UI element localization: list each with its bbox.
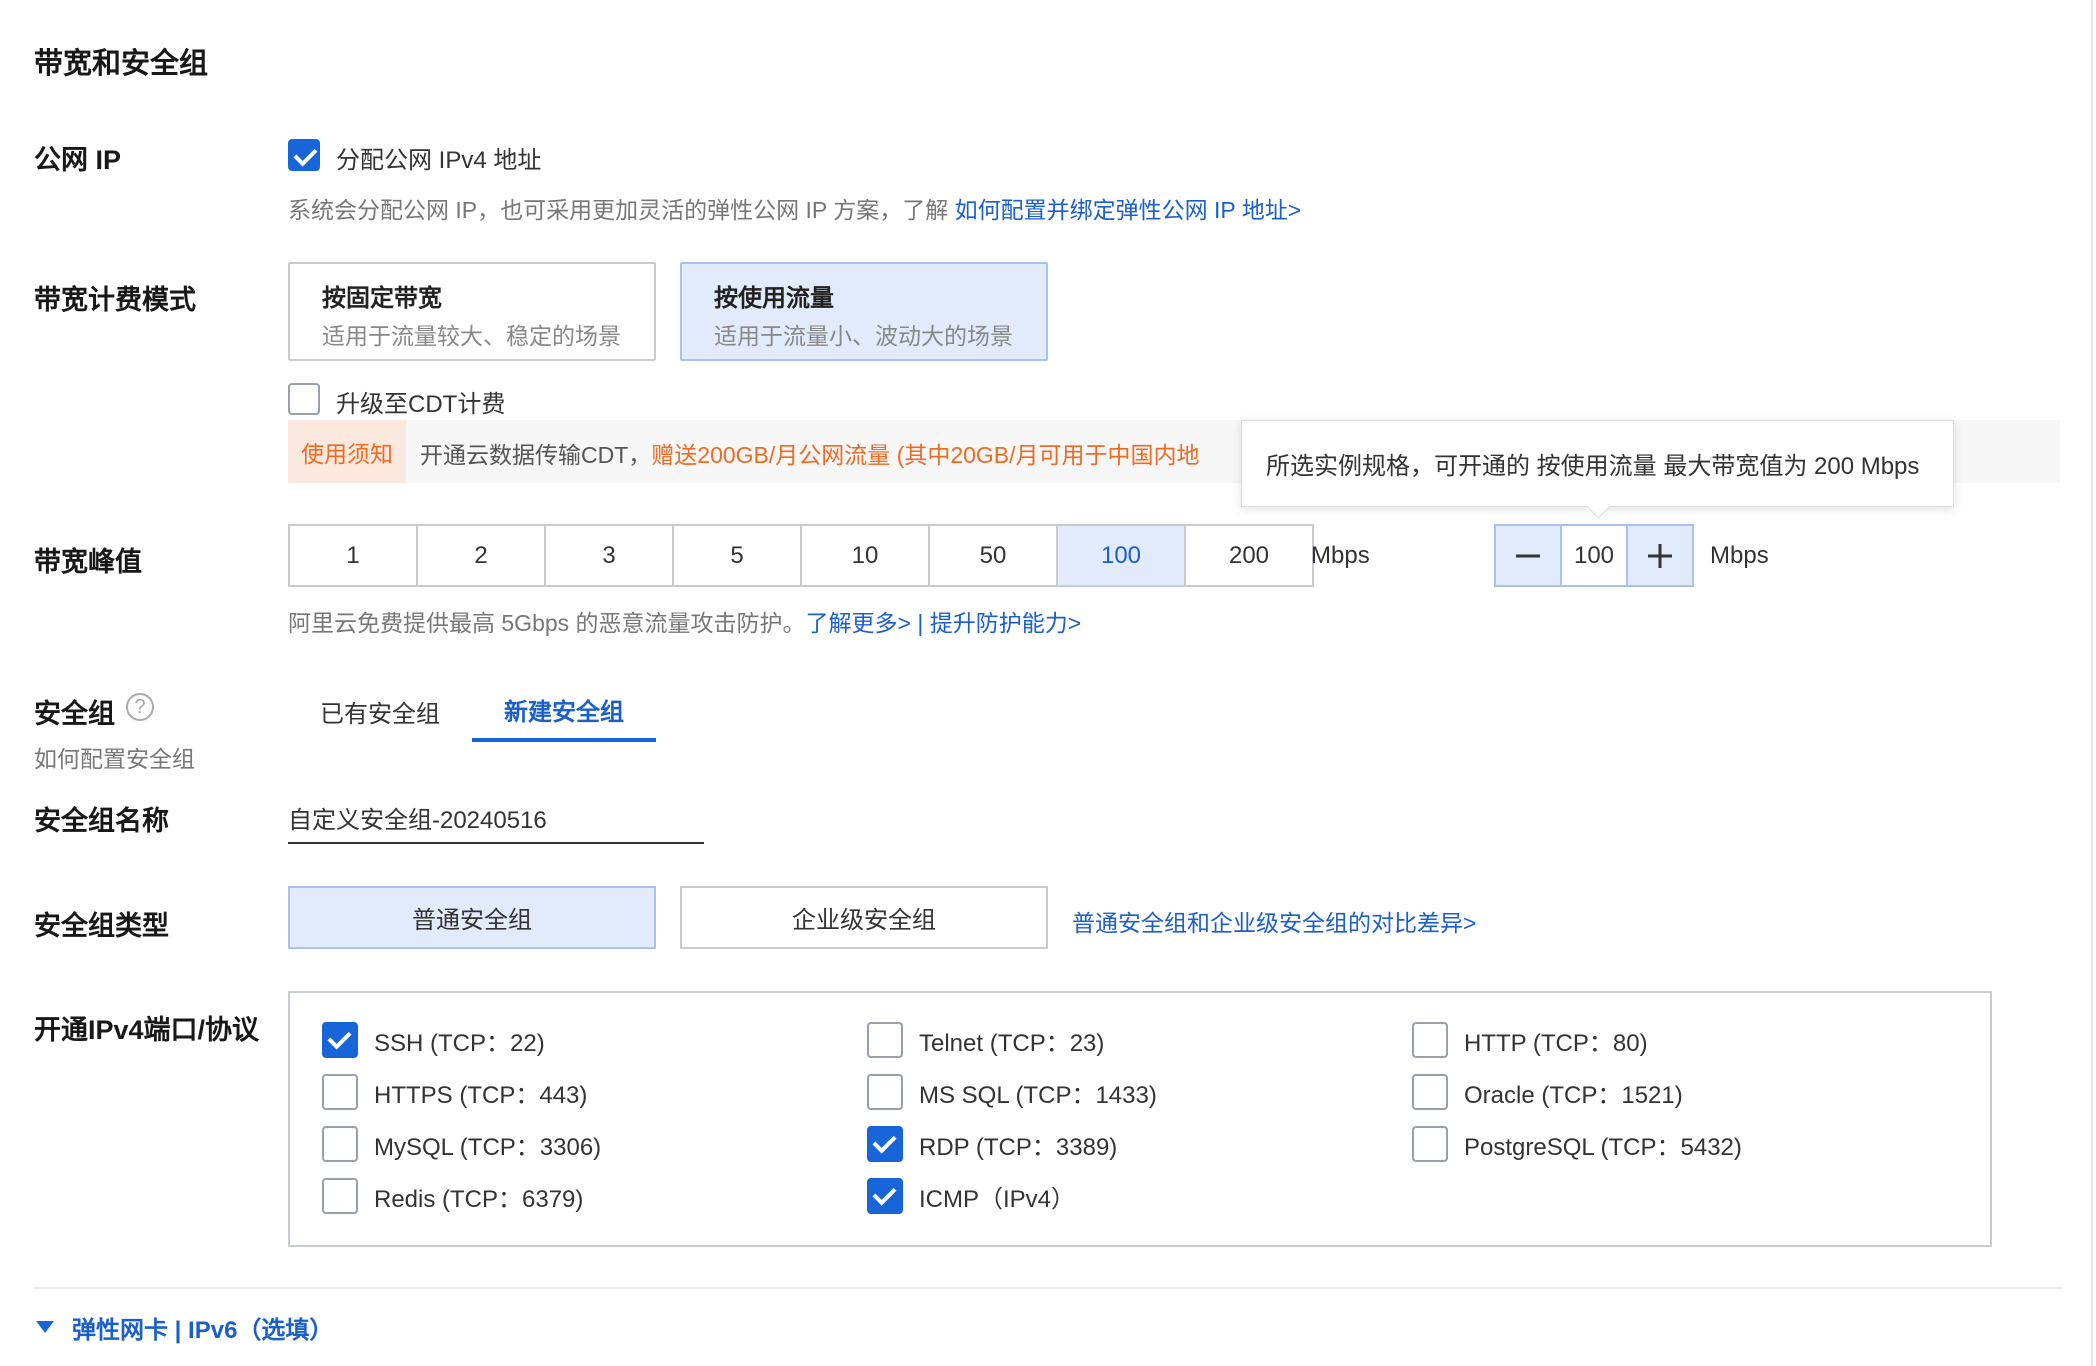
public-ip-hint-text: 系统会分配公网 IP，也可采用更加灵活的弹性公网 IP 方案，了解 bbox=[288, 197, 955, 223]
port-icmp-checkbox[interactable] bbox=[867, 1178, 903, 1214]
security-group-help-link[interactable]: 如何配置安全组 bbox=[34, 740, 195, 774]
minus-icon bbox=[1516, 554, 1540, 557]
port-item-icmp[interactable]: ICMP（IPv4） bbox=[867, 1178, 1075, 1214]
port-item-ssh[interactable]: SSH (TCP：22) bbox=[322, 1022, 545, 1058]
billing-traffic-card[interactable]: 按使用流量 适用于流量小、波动大的场景 bbox=[680, 262, 1048, 361]
billing-mode-label: 带宽计费模式 bbox=[34, 285, 196, 315]
security-group-name-input[interactable]: 自定义安全组-20240516 bbox=[288, 792, 704, 844]
port-item-mysql[interactable]: MySQL (TCP：3306) bbox=[322, 1126, 601, 1162]
bandwidth-option-200[interactable]: 200 bbox=[1186, 526, 1312, 585]
port-http-checkbox[interactable] bbox=[1412, 1022, 1448, 1058]
bandwidth-option-100[interactable]: 100 bbox=[1058, 526, 1186, 585]
bandwidth-option-3[interactable]: 3 bbox=[546, 526, 674, 585]
port-item-postgresql[interactable]: PostgreSQL (TCP：5432) bbox=[1412, 1126, 1742, 1162]
public-ip-label: 公网 IP bbox=[34, 145, 122, 175]
billing-fixed-title: 按固定带宽 bbox=[322, 285, 442, 312]
increment-button[interactable] bbox=[1628, 526, 1692, 585]
expand-eni-ipv6-label: 弹性网卡 | IPv6（选填） bbox=[72, 1317, 334, 1344]
max-bandwidth-tooltip: 所选实例规格，可开通的 按使用流量 最大带宽值为 200 Mbps bbox=[1241, 420, 1954, 507]
security-group-type-label: 安全组类型 bbox=[34, 911, 169, 941]
security-group-label: 安全组 bbox=[34, 699, 115, 729]
bandwidth-option-10[interactable]: 10 bbox=[802, 526, 930, 585]
upgrade-protection-link[interactable]: 提升防护能力> bbox=[930, 610, 1081, 636]
expand-eni-ipv6-toggle[interactable]: 弹性网卡 | IPv6（选填） bbox=[36, 1310, 333, 1345]
bandwidth-unit: Mbps bbox=[1311, 542, 1370, 569]
port-item-https[interactable]: HTTPS (TCP：443) bbox=[322, 1074, 587, 1110]
port-mssql-label: MS SQL (TCP：1433) bbox=[919, 1081, 1157, 1109]
port-rdp-checkbox[interactable] bbox=[867, 1126, 903, 1162]
billing-fixed-bandwidth-card[interactable]: 按固定带宽 适用于流量较大、稳定的场景 bbox=[288, 262, 656, 361]
port-item-mssql[interactable]: MS SQL (TCP：1433) bbox=[867, 1074, 1157, 1110]
help-icon[interactable]: ? bbox=[126, 693, 154, 721]
port-mssql-checkbox[interactable] bbox=[867, 1074, 903, 1110]
cdt-upgrade-checkbox[interactable] bbox=[288, 383, 320, 415]
notice-text: 开通云数据传输CDT，赠送200GB/月公网流量 (其中20GB/月可用于中国内… bbox=[420, 436, 1240, 470]
section-divider bbox=[34, 1287, 2062, 1289]
port-mysql-label: MySQL (TCP：3306) bbox=[374, 1133, 602, 1161]
notice-plain: 开通云数据传输CDT， bbox=[420, 442, 652, 468]
link-separator: | bbox=[917, 610, 924, 636]
notice-tag: 使用须知 bbox=[288, 420, 406, 483]
port-item-rdp[interactable]: RDP (TCP：3389) bbox=[867, 1126, 1117, 1162]
bandwidth-option-2[interactable]: 2 bbox=[418, 526, 546, 585]
port-postgresql-checkbox[interactable] bbox=[1412, 1126, 1448, 1162]
bandwidth-value-input[interactable]: 100 bbox=[1560, 526, 1628, 585]
port-redis-checkbox[interactable] bbox=[322, 1178, 358, 1214]
port-telnet-label: Telnet (TCP：23) bbox=[919, 1029, 1105, 1057]
port-http-label: HTTP (TCP：80) bbox=[1464, 1029, 1648, 1057]
bandwidth-option-5[interactable]: 5 bbox=[674, 526, 802, 585]
decrement-button[interactable] bbox=[1496, 526, 1560, 585]
tab-new-security-group[interactable]: 新建安全组 bbox=[472, 680, 656, 742]
ddos-hint-text: 阿里云免费提供最高 5Gbps 的恶意流量攻击防护。 bbox=[288, 610, 806, 636]
public-ip-hint: 系统会分配公网 IP，也可采用更加灵活的弹性公网 IP 方案，了解 如何配置并绑… bbox=[288, 191, 1301, 225]
bandwidth-hint: 阿里云免费提供最高 5Gbps 的恶意流量攻击防护。了解更多> | 提升防护能力… bbox=[288, 604, 1081, 638]
billing-fixed-subtitle: 适用于流量较大、稳定的场景 bbox=[322, 323, 621, 349]
bandwidth-stepper: 100 bbox=[1494, 524, 1694, 587]
plus-icon bbox=[1648, 543, 1672, 568]
assign-public-ip-label: 分配公网 IPv4 地址 bbox=[336, 147, 542, 174]
port-item-oracle[interactable]: Oracle (TCP：1521) bbox=[1412, 1074, 1683, 1110]
port-telnet-checkbox[interactable] bbox=[867, 1022, 903, 1058]
port-rdp-label: RDP (TCP：3389) bbox=[919, 1133, 1118, 1161]
port-icmp-label: ICMP（IPv4） bbox=[919, 1185, 1076, 1213]
assign-public-ip-checkbox[interactable] bbox=[288, 139, 320, 171]
bandwidth-option-50[interactable]: 50 bbox=[930, 526, 1058, 585]
port-redis-label: Redis (TCP：6379) bbox=[374, 1185, 584, 1213]
port-oracle-checkbox[interactable] bbox=[1412, 1074, 1448, 1110]
port-item-telnet[interactable]: Telnet (TCP：23) bbox=[867, 1022, 1104, 1058]
enterprise-security-group-button[interactable]: 企业级安全组 bbox=[680, 886, 1048, 949]
section-title: 带宽和安全组 bbox=[34, 48, 209, 80]
port-mysql-checkbox[interactable] bbox=[322, 1126, 358, 1162]
bandwidth-option-1[interactable]: 1 bbox=[290, 526, 418, 585]
ports-label: 开通IPv4端口/协议 bbox=[34, 1015, 260, 1045]
stepper-unit: Mbps bbox=[1710, 542, 1769, 569]
cdt-upgrade-label: 升级至CDT计费 bbox=[336, 391, 506, 418]
eip-config-link[interactable]: 如何配置并绑定弹性公网 IP 地址> bbox=[955, 197, 1302, 223]
security-group-compare-link[interactable]: 普通安全组和企业级安全组的对比差异> bbox=[1072, 904, 1476, 938]
port-oracle-label: Oracle (TCP：1521) bbox=[1464, 1081, 1683, 1109]
normal-security-group-button[interactable]: 普通安全组 bbox=[288, 886, 656, 949]
learn-more-link[interactable]: 了解更多> bbox=[806, 610, 911, 636]
billing-traffic-title: 按使用流量 bbox=[714, 285, 834, 312]
port-item-redis[interactable]: Redis (TCP：6379) bbox=[322, 1178, 583, 1214]
caret-down-icon bbox=[36, 1320, 54, 1333]
port-https-label: HTTPS (TCP：443) bbox=[374, 1081, 588, 1109]
bandwidth-peak-label: 带宽峰值 bbox=[34, 547, 142, 577]
port-item-http[interactable]: HTTP (TCP：80) bbox=[1412, 1022, 1648, 1058]
port-ssh-checkbox[interactable] bbox=[322, 1022, 358, 1058]
billing-traffic-subtitle: 适用于流量小、波动大的场景 bbox=[714, 323, 1013, 349]
port-postgresql-label: PostgreSQL (TCP：5432) bbox=[1464, 1133, 1742, 1161]
port-ssh-label: SSH (TCP：22) bbox=[374, 1029, 545, 1057]
notice-highlight: 赠送200GB/月公网流量 (其中20GB/月可用于中国内地 bbox=[651, 442, 1200, 468]
bandwidth-options: 1 2 3 5 10 50 100 200 bbox=[288, 524, 1314, 587]
port-https-checkbox[interactable] bbox=[322, 1074, 358, 1110]
card-edge bbox=[2091, 0, 2093, 1366]
ports-box: SSH (TCP：22) Telnet (TCP：23) HTTP (TCP：8… bbox=[288, 991, 1992, 1247]
tab-existing-security-group[interactable]: 已有安全组 bbox=[288, 680, 472, 742]
security-group-name-label: 安全组名称 bbox=[34, 806, 169, 836]
